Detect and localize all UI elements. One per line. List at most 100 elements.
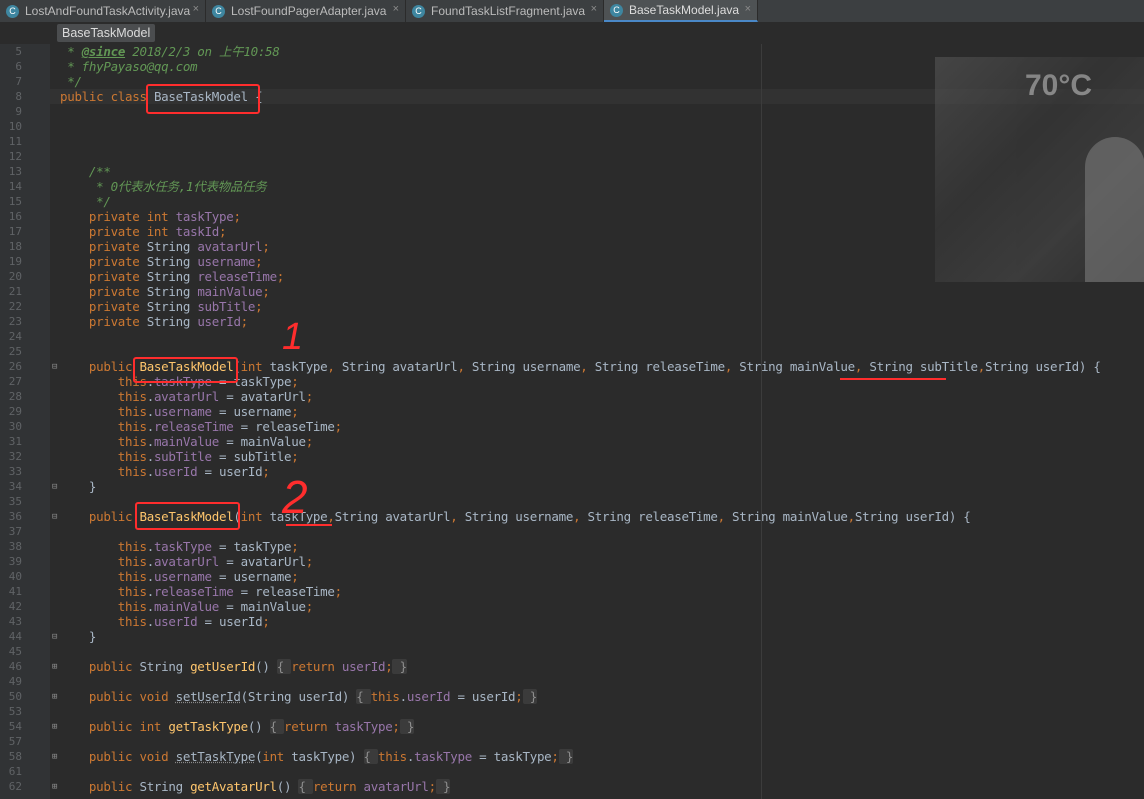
code-line[interactable]: * fhyPayaso@qq.com [60, 59, 197, 74]
code-token: , [573, 509, 588, 524]
code-token: ; [334, 419, 343, 434]
code-line[interactable]: private int taskId; [60, 224, 227, 239]
code-line[interactable]: public int getTaskType() { return taskTy… [60, 719, 414, 734]
code-line[interactable]: private String subTitle; [60, 299, 263, 314]
line-number: 11 [8, 135, 22, 148]
line-number: 10 [8, 120, 22, 133]
code-token: ; [276, 269, 285, 284]
right-margin-guide [761, 44, 762, 799]
code-token: ; [515, 689, 523, 704]
expand-icon[interactable]: ⊞ [52, 722, 57, 732]
fold-icon[interactable]: ⊟ [52, 362, 57, 372]
code-token: String mainValue [732, 509, 848, 524]
background-image-figure [1085, 137, 1144, 282]
close-icon[interactable]: × [193, 3, 199, 15]
code-line[interactable]: private String userId; [60, 314, 248, 329]
code-line[interactable]: */ [60, 74, 82, 89]
code-line[interactable]: public void setUserId(String userId) { t… [60, 689, 537, 704]
line-number: 22 [8, 300, 22, 313]
code-token: return [291, 659, 342, 674]
code-token: } [60, 479, 97, 494]
breadcrumb[interactable]: BaseTaskModel [57, 24, 156, 42]
code-token: taskId [175, 224, 220, 239]
code-token: username [197, 254, 256, 269]
code-token: this [60, 554, 147, 569]
code-line[interactable]: this.releaseTime = releaseTime; [60, 419, 342, 434]
code-token: , [580, 359, 595, 374]
close-icon[interactable]: × [745, 3, 751, 15]
line-number: 24 [8, 330, 22, 343]
line-number: 61 [8, 765, 22, 778]
code-token: getTaskType [168, 719, 248, 734]
code-line[interactable]: this.subTitle = subTitle; [60, 449, 299, 464]
code-line[interactable]: this.mainValue = mainValue; [60, 434, 313, 449]
code-token: public [60, 659, 140, 674]
code-line[interactable]: this.avatarUrl = avatarUrl; [60, 554, 313, 569]
fold-icon[interactable]: ⊟ [52, 512, 57, 522]
tab-base-task-model[interactable]: C BaseTaskModel.java × [604, 0, 758, 22]
code-line[interactable]: this.mainValue = mainValue; [60, 599, 313, 614]
code-token: taskType [414, 749, 472, 764]
code-token: userId [153, 464, 198, 479]
fold-icon[interactable]: ⊟ [52, 482, 57, 492]
line-number: 45 [8, 645, 22, 658]
annotation-underline-task-type [286, 524, 332, 526]
code-line[interactable]: private int taskType; [60, 209, 241, 224]
code-line[interactable]: private String avatarUrl; [60, 239, 270, 254]
code-token: this [60, 569, 147, 584]
tab-lost-found-pager-adapter[interactable]: C LostFoundPagerAdapter.java × [206, 0, 406, 22]
code-line[interactable]: this.userId = userId; [60, 614, 270, 629]
code-token: = mainValue [218, 434, 306, 449]
code-line[interactable]: public void setTaskType(int taskType) { … [60, 749, 573, 764]
code-line[interactable]: */ [60, 194, 111, 209]
code-line[interactable]: this.userId = userId; [60, 464, 270, 479]
code-token: String [139, 779, 191, 794]
tab-lost-and-found-task-activity[interactable]: C LostAndFoundTaskActivity.java × [0, 0, 206, 22]
code-line[interactable]: this.username = username; [60, 569, 299, 584]
close-icon[interactable]: × [591, 3, 597, 15]
code-line[interactable]: } [60, 479, 97, 494]
code-line[interactable]: this.releaseTime = releaseTime; [60, 584, 342, 599]
code-token: ; [255, 254, 263, 269]
code-token: * [60, 44, 82, 59]
tab-label: LostFoundPagerAdapter.java [231, 4, 387, 18]
expand-icon[interactable]: ⊞ [52, 782, 57, 792]
code-token: . [146, 599, 155, 614]
expand-icon[interactable]: ⊞ [52, 662, 57, 672]
code-token: public void [60, 689, 176, 704]
code-token: */ [60, 194, 111, 209]
code-token: this [60, 404, 147, 419]
code-token: String [146, 314, 198, 329]
fold-icon[interactable]: ⊟ [52, 632, 57, 642]
code-line[interactable]: private String releaseTime; [60, 269, 284, 284]
annotation-box-constructor-one [133, 357, 238, 383]
code-token: String [139, 659, 191, 674]
expand-icon[interactable]: ⊞ [52, 752, 57, 762]
expand-icon[interactable]: ⊞ [52, 692, 57, 702]
code-line[interactable]: private String mainValue; [60, 284, 270, 299]
code-token: ; [262, 284, 270, 299]
code-line[interactable]: this.taskType = taskType; [60, 539, 299, 554]
code-line[interactable]: public String getUserId() { return userI… [60, 659, 407, 674]
code-line[interactable]: this.avatarUrl = avatarUrl; [60, 389, 313, 404]
code-token: public [60, 779, 140, 794]
close-icon[interactable]: × [393, 3, 399, 15]
code-line[interactable]: * 0代表水任务,1代表物品任务 [60, 179, 267, 194]
line-number: 20 [8, 270, 22, 283]
code-line[interactable]: } [60, 629, 97, 644]
code-line[interactable]: /** [60, 164, 111, 179]
code-token: = releaseTime [233, 584, 335, 599]
code-token: username [153, 569, 212, 584]
code-line[interactable]: public String getAvatarUrl() { return av… [60, 779, 451, 794]
code-token: ; [428, 779, 437, 794]
tab-found-task-list-fragment[interactable]: C FoundTaskListFragment.java × [406, 0, 604, 22]
code-line[interactable]: * @since 2018/2/3 on 上午10:58 [60, 44, 280, 59]
code-token: public class [60, 89, 154, 104]
line-number: 14 [8, 180, 22, 193]
annotation-mark-one: 1 [282, 316, 304, 358]
code-line[interactable]: private String username; [60, 254, 263, 269]
code-line[interactable]: this.username = username; [60, 404, 299, 419]
code-token: { [276, 659, 292, 674]
line-number: 44 [8, 630, 22, 643]
code-token: this [60, 539, 147, 554]
